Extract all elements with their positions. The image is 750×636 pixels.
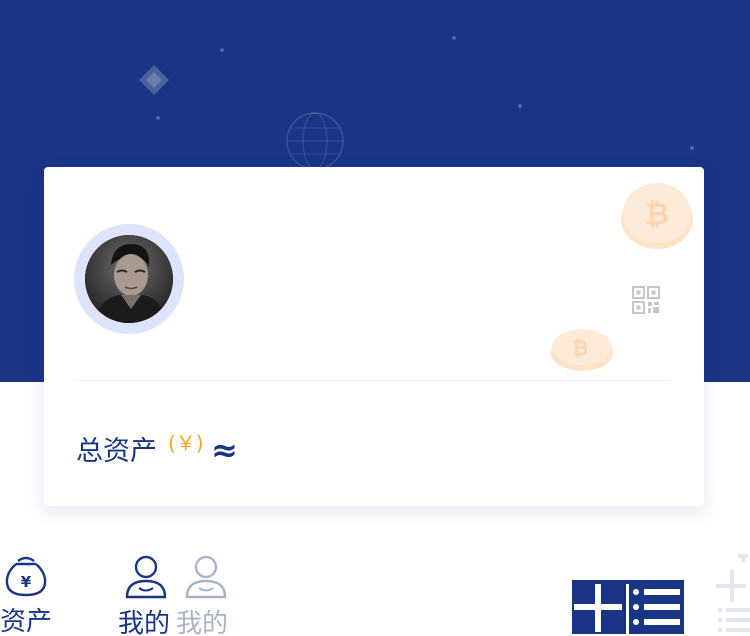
svg-text:₿: ₿: [572, 336, 588, 360]
total-assets-label: 总资产: [76, 436, 157, 467]
nav-item-assets[interactable]: ¥ 资产: [0, 553, 60, 636]
avatar[interactable]: [85, 235, 173, 323]
nav-label-mine-inactive: 我的: [176, 609, 229, 636]
nav-item-mine-inactive[interactable]: 我的: [174, 553, 234, 636]
user-avatar-photo: [85, 235, 173, 323]
plus-list-logo-icon: [716, 554, 750, 632]
currency-unit: (￥): [168, 431, 204, 455]
brand-logo: [572, 580, 684, 634]
bitcoin-coin-icon: ₿: [551, 329, 613, 371]
background-star: [452, 36, 456, 40]
nav-label-mine: 我的: [118, 609, 171, 636]
yen-bag-icon: ¥: [5, 556, 47, 597]
background-star: [220, 48, 224, 52]
background-star: [156, 116, 160, 120]
user-icon: [125, 555, 167, 599]
avatar-ring[interactable]: [74, 224, 184, 334]
bitcoin-coin-icon: ₿: [621, 183, 693, 249]
background-star: [690, 146, 694, 150]
nav-label-assets: 资产: [0, 607, 53, 636]
account-card: ₿ ₿ 总资产 (￥) ≈: [44, 167, 704, 506]
svg-text:₿: ₿: [645, 197, 669, 232]
approx-symbol: ≈: [211, 431, 238, 469]
diamond-logo-icon: [139, 65, 169, 95]
background-star: [518, 104, 522, 108]
divider: [74, 380, 671, 381]
svg-text:¥: ¥: [21, 573, 32, 591]
plus-list-logo-icon: [574, 584, 680, 634]
qr-code-icon[interactable]: [632, 286, 660, 314]
user-icon: [185, 555, 227, 599]
globe-network-icon: [286, 112, 344, 170]
nav-item-mine[interactable]: 我的: [116, 553, 176, 636]
